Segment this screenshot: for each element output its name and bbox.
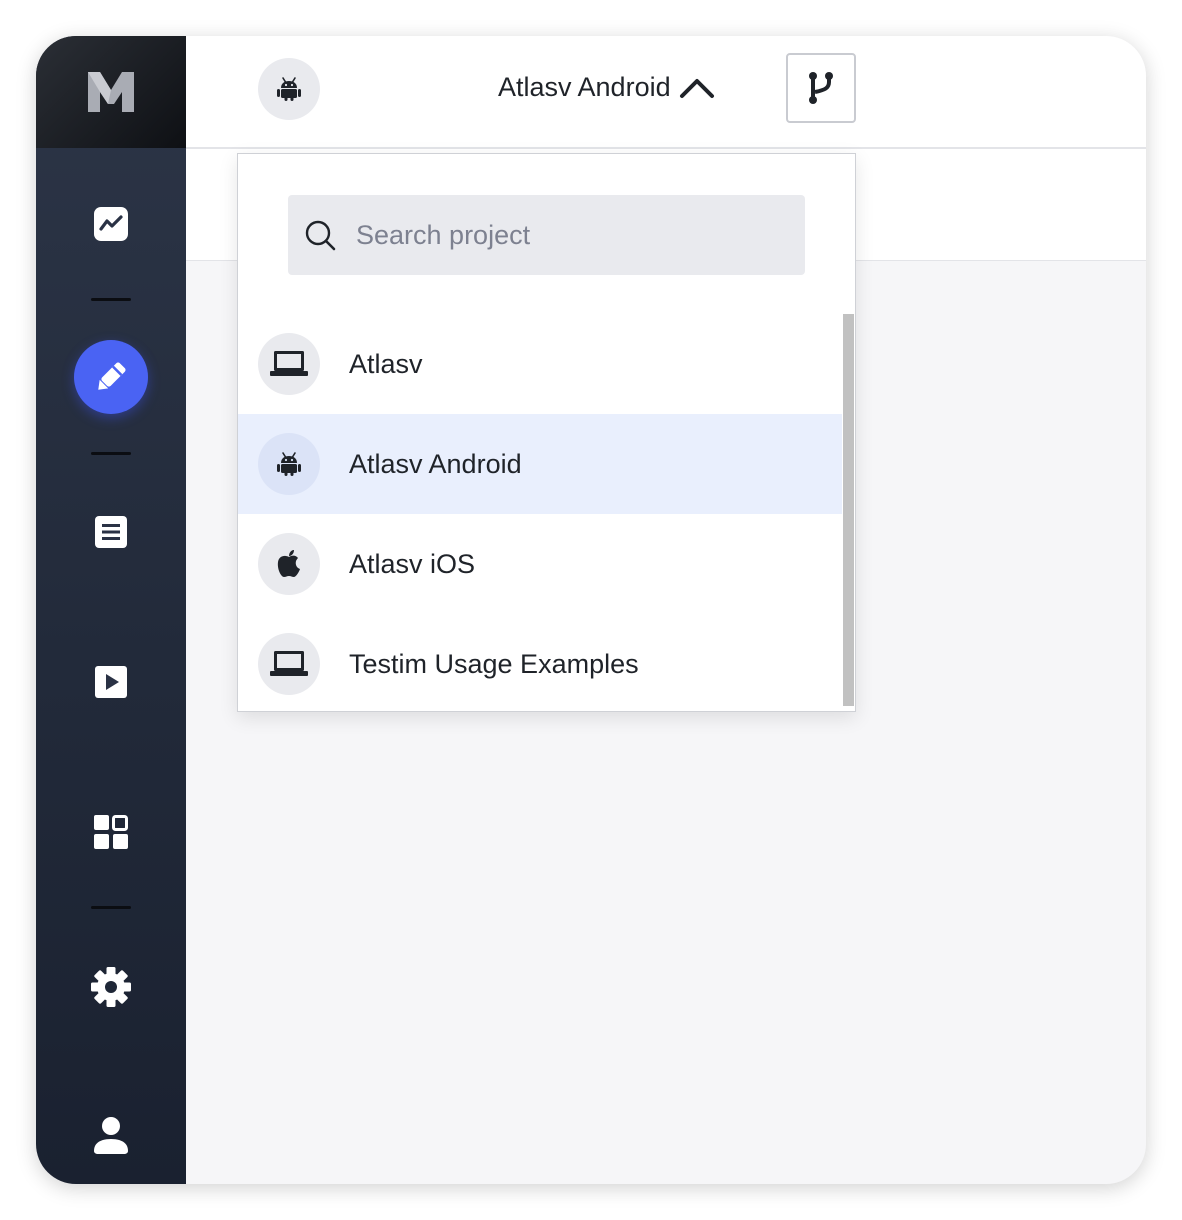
project-item-label: Testim Usage Examples: [349, 648, 639, 679]
nav-divider: [91, 298, 131, 301]
trend-chart-icon: [94, 207, 128, 241]
project-item-label: Atlasv: [349, 348, 423, 379]
project-avatar: [258, 533, 320, 595]
m-logo-icon: [88, 72, 134, 112]
project-selector[interactable]: Atlasv Android: [498, 72, 715, 103]
nav-dashboards[interactable]: [36, 812, 186, 852]
user-icon: [94, 1117, 128, 1154]
git-branch-icon: [809, 72, 833, 104]
list-document-icon: [95, 516, 127, 548]
project-item-atlasv-android[interactable]: Atlasv Android: [238, 414, 842, 514]
project-item-atlasv-ios[interactable]: Atlasv iOS: [238, 514, 842, 614]
search-icon: [305, 220, 336, 251]
top-bar: Atlasv Android: [186, 36, 1146, 149]
android-icon: [277, 77, 301, 101]
apple-icon: [277, 550, 300, 577]
nav-divider: [91, 906, 131, 909]
search-input[interactable]: [356, 219, 776, 251]
nav-settings[interactable]: [36, 966, 186, 1008]
nav-editor[interactable]: [36, 340, 186, 414]
scrollbar-thumb[interactable]: [843, 314, 854, 706]
chevron-up-icon: [679, 78, 714, 98]
project-search[interactable]: [288, 195, 805, 275]
project-avatar: [258, 633, 320, 695]
grid-icon: [94, 815, 128, 849]
project-avatar: [258, 333, 320, 395]
nav-runs[interactable]: [36, 662, 186, 702]
pencil-icon: [98, 362, 126, 390]
nav-analytics[interactable]: [36, 204, 186, 244]
current-project-avatar: [258, 58, 320, 120]
current-project-name: Atlasv Android: [498, 72, 671, 102]
laptop-icon: [270, 351, 308, 376]
logo[interactable]: [36, 36, 186, 148]
project-item-testim-usage-examples[interactable]: Testim Usage Examples: [238, 614, 842, 711]
active-nav-indicator: [74, 340, 148, 414]
android-icon: [277, 452, 301, 476]
branch-button[interactable]: [786, 53, 856, 123]
project-dropdown: Atlasv: [237, 153, 856, 712]
project-avatar: [258, 433, 320, 495]
sidebar: [36, 36, 186, 1184]
nav-profile[interactable]: [36, 1114, 186, 1156]
project-item-atlasv[interactable]: Atlasv: [238, 314, 842, 414]
app-window: Atlasv Android Search project Atlasv Atl…: [36, 36, 1146, 1184]
project-item-label: Atlasv Android: [349, 448, 522, 479]
nav-tests[interactable]: [36, 512, 186, 552]
gear-icon: [91, 967, 131, 1007]
play-icon: [95, 666, 127, 698]
laptop-icon: [270, 651, 308, 676]
project-list: Atlasv Atlasv Android Atlasv iOS Testim …: [238, 314, 842, 711]
project-item-label: Atlasv iOS: [349, 548, 476, 579]
nav-divider: [91, 452, 131, 455]
